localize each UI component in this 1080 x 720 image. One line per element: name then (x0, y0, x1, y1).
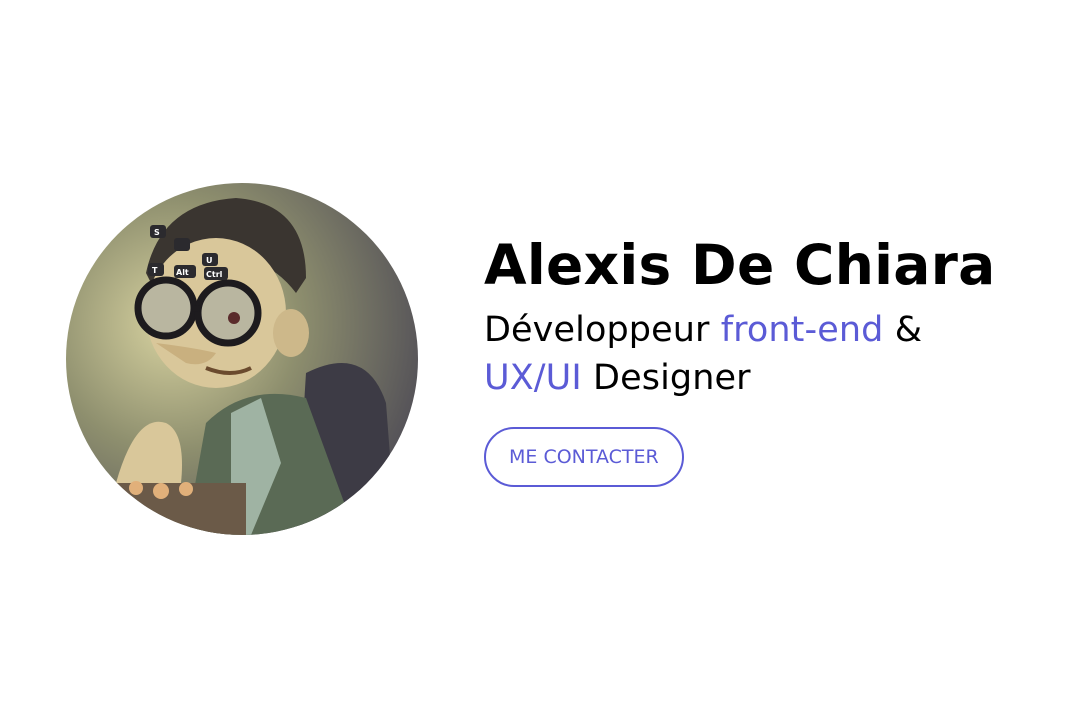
svg-text:S: S (154, 228, 160, 237)
role-text-part1: Développeur (484, 310, 721, 350)
svg-text:Alt: Alt (176, 268, 189, 277)
profile-name: Alexis De Chiara (484, 233, 996, 297)
svg-text:T: T (152, 266, 158, 275)
role-accent-uxui: UX/UI (484, 358, 582, 398)
avatar-illustration: S U T Alt Ctrl (66, 183, 418, 535)
profile-role: Développeur front-end & UX/UI Designer (484, 306, 1054, 402)
svg-text:Ctrl: Ctrl (206, 270, 223, 279)
role-text-part3: Designer (581, 358, 751, 398)
svg-text:U: U (206, 256, 213, 265)
intro-block: Alexis De Chiara Développeur front-end &… (484, 228, 1054, 487)
role-text-part2: & (883, 310, 923, 350)
contact-button[interactable]: ME CONTACTER (484, 427, 684, 487)
hero-section: S U T Alt Ctrl Alexis De Chiara Développ… (0, 0, 1080, 720)
role-accent-frontend: front-end (720, 310, 884, 350)
avatar: S U T Alt Ctrl (66, 183, 418, 535)
